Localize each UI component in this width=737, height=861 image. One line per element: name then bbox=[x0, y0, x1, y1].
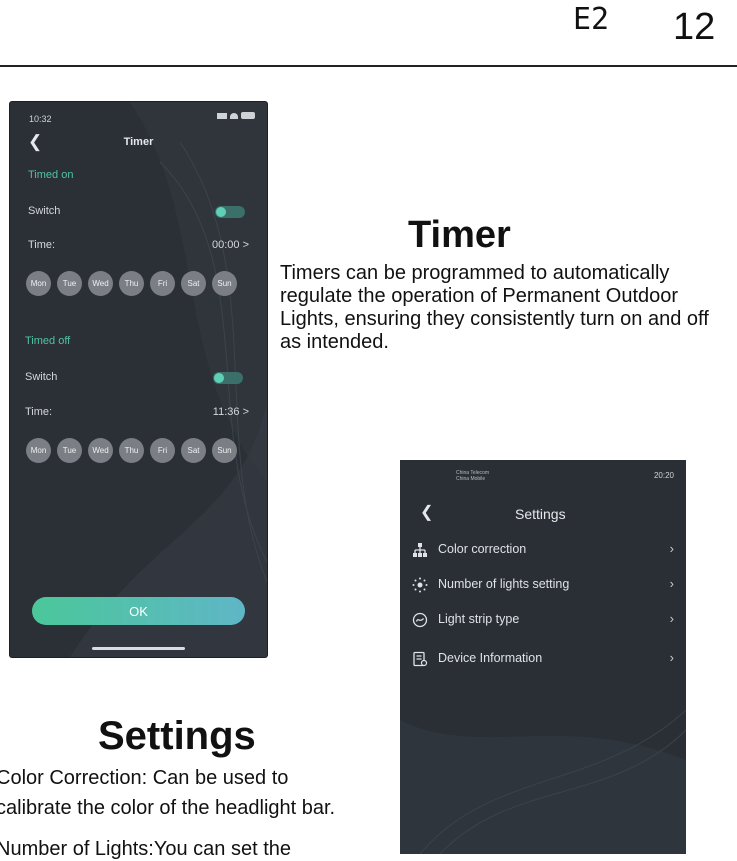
day-button-mon[interactable]: Mon bbox=[26, 438, 51, 463]
day-button-sun[interactable]: Sun bbox=[212, 271, 237, 296]
timed-on-label: Timed on bbox=[28, 169, 74, 181]
timed-on-days: Mon Tue Wed Thu Fri Sat Sun bbox=[26, 271, 237, 296]
home-indicator bbox=[92, 647, 185, 650]
timed-off-toggle[interactable] bbox=[213, 372, 243, 384]
header-divider bbox=[0, 65, 737, 67]
time-label: Time: bbox=[25, 406, 53, 418]
day-button-thu[interactable]: Thu bbox=[119, 438, 144, 463]
day-button-thu[interactable]: Thu bbox=[119, 271, 144, 296]
status-time: 10:32 bbox=[29, 114, 52, 124]
time-label: Time: bbox=[28, 239, 56, 251]
timer-heading: Timer bbox=[408, 214, 511, 256]
time-value: 11:36 > bbox=[212, 406, 249, 418]
settings-item-color-correction[interactable]: Color correction › bbox=[412, 540, 674, 560]
timed-on-toggle[interactable] bbox=[215, 206, 245, 218]
ok-button[interactable]: OK bbox=[32, 597, 245, 625]
status-carriers: China Telecom China Mobile bbox=[456, 470, 489, 482]
settings-text-line-2: calibrate the color of the headlight bar… bbox=[0, 797, 336, 819]
day-button-tue[interactable]: Tue bbox=[57, 271, 82, 296]
day-button-sat[interactable]: Sat bbox=[181, 271, 206, 296]
timed-on-time-row[interactable]: Time: 00:00 > bbox=[28, 239, 249, 251]
day-button-sat[interactable]: Sat bbox=[181, 438, 206, 463]
page-number: 12 bbox=[673, 6, 716, 48]
day-button-sun[interactable]: Sun bbox=[212, 438, 237, 463]
day-button-fri[interactable]: Fri bbox=[150, 271, 175, 296]
timed-off-time-row[interactable]: Time: 11:36 > bbox=[25, 406, 249, 418]
settings-item-light-strip-type[interactable]: Light strip type › bbox=[412, 610, 674, 630]
strip-circle-icon bbox=[412, 612, 428, 628]
settings-text-line-1: Color Correction: Can be used to bbox=[0, 767, 289, 789]
day-button-tue[interactable]: Tue bbox=[57, 438, 82, 463]
day-button-wed[interactable]: Wed bbox=[88, 271, 113, 296]
status-icons bbox=[217, 112, 255, 119]
time-value: 00:00 > bbox=[211, 239, 249, 251]
signal-icon bbox=[217, 112, 227, 119]
switch-label: Switch bbox=[28, 205, 61, 217]
settings-screen-title: Settings bbox=[515, 506, 566, 522]
carrier-2: China Mobile bbox=[456, 476, 486, 482]
settings-item-device-information[interactable]: Device Information › bbox=[412, 649, 674, 669]
chevron-right-icon: › bbox=[669, 576, 674, 591]
settings-item-label: Color correction bbox=[438, 542, 527, 556]
settings-heading: Settings bbox=[98, 714, 256, 758]
timer-screenshot: 10:32 ❮ Timer Timed on Switch Time: 00:0… bbox=[10, 102, 267, 657]
day-button-mon[interactable]: Mon bbox=[26, 271, 51, 296]
day-button-fri[interactable]: Fri bbox=[150, 438, 175, 463]
timer-screen-title: Timer bbox=[123, 136, 154, 148]
timed-off-days: Mon Tue Wed Thu Fri Sat Sun bbox=[26, 438, 237, 463]
settings-text-line-3: Number of Lights:You can set the bbox=[0, 838, 291, 860]
light-dots-icon bbox=[412, 577, 428, 593]
device-info-icon bbox=[413, 651, 428, 667]
status-time: 20:20 bbox=[653, 471, 674, 480]
day-button-wed[interactable]: Wed bbox=[88, 438, 113, 463]
back-icon[interactable]: ❮ bbox=[420, 502, 433, 522]
page-code: E2 bbox=[573, 2, 610, 37]
chevron-right-icon: › bbox=[669, 611, 674, 626]
settings-item-label: Device Information bbox=[438, 651, 543, 665]
chevron-right-icon: › bbox=[669, 541, 674, 556]
network-icon bbox=[413, 543, 427, 557]
settings-item-number-of-lights[interactable]: Number of lights setting › bbox=[412, 575, 674, 595]
chevron-right-icon: › bbox=[669, 650, 674, 665]
timed-off-label: Timed off bbox=[25, 335, 71, 347]
settings-item-label: Light strip type bbox=[438, 612, 520, 626]
switch-label: Switch bbox=[25, 371, 58, 383]
settings-item-label: Number of lights setting bbox=[438, 577, 570, 591]
battery-icon bbox=[241, 112, 255, 119]
timer-description: Timers can be programmed to automaticall… bbox=[280, 262, 709, 353]
settings-screenshot: China Telecom China Mobile 20:20 ❮ Setti… bbox=[400, 460, 686, 854]
wifi-icon bbox=[230, 112, 238, 119]
